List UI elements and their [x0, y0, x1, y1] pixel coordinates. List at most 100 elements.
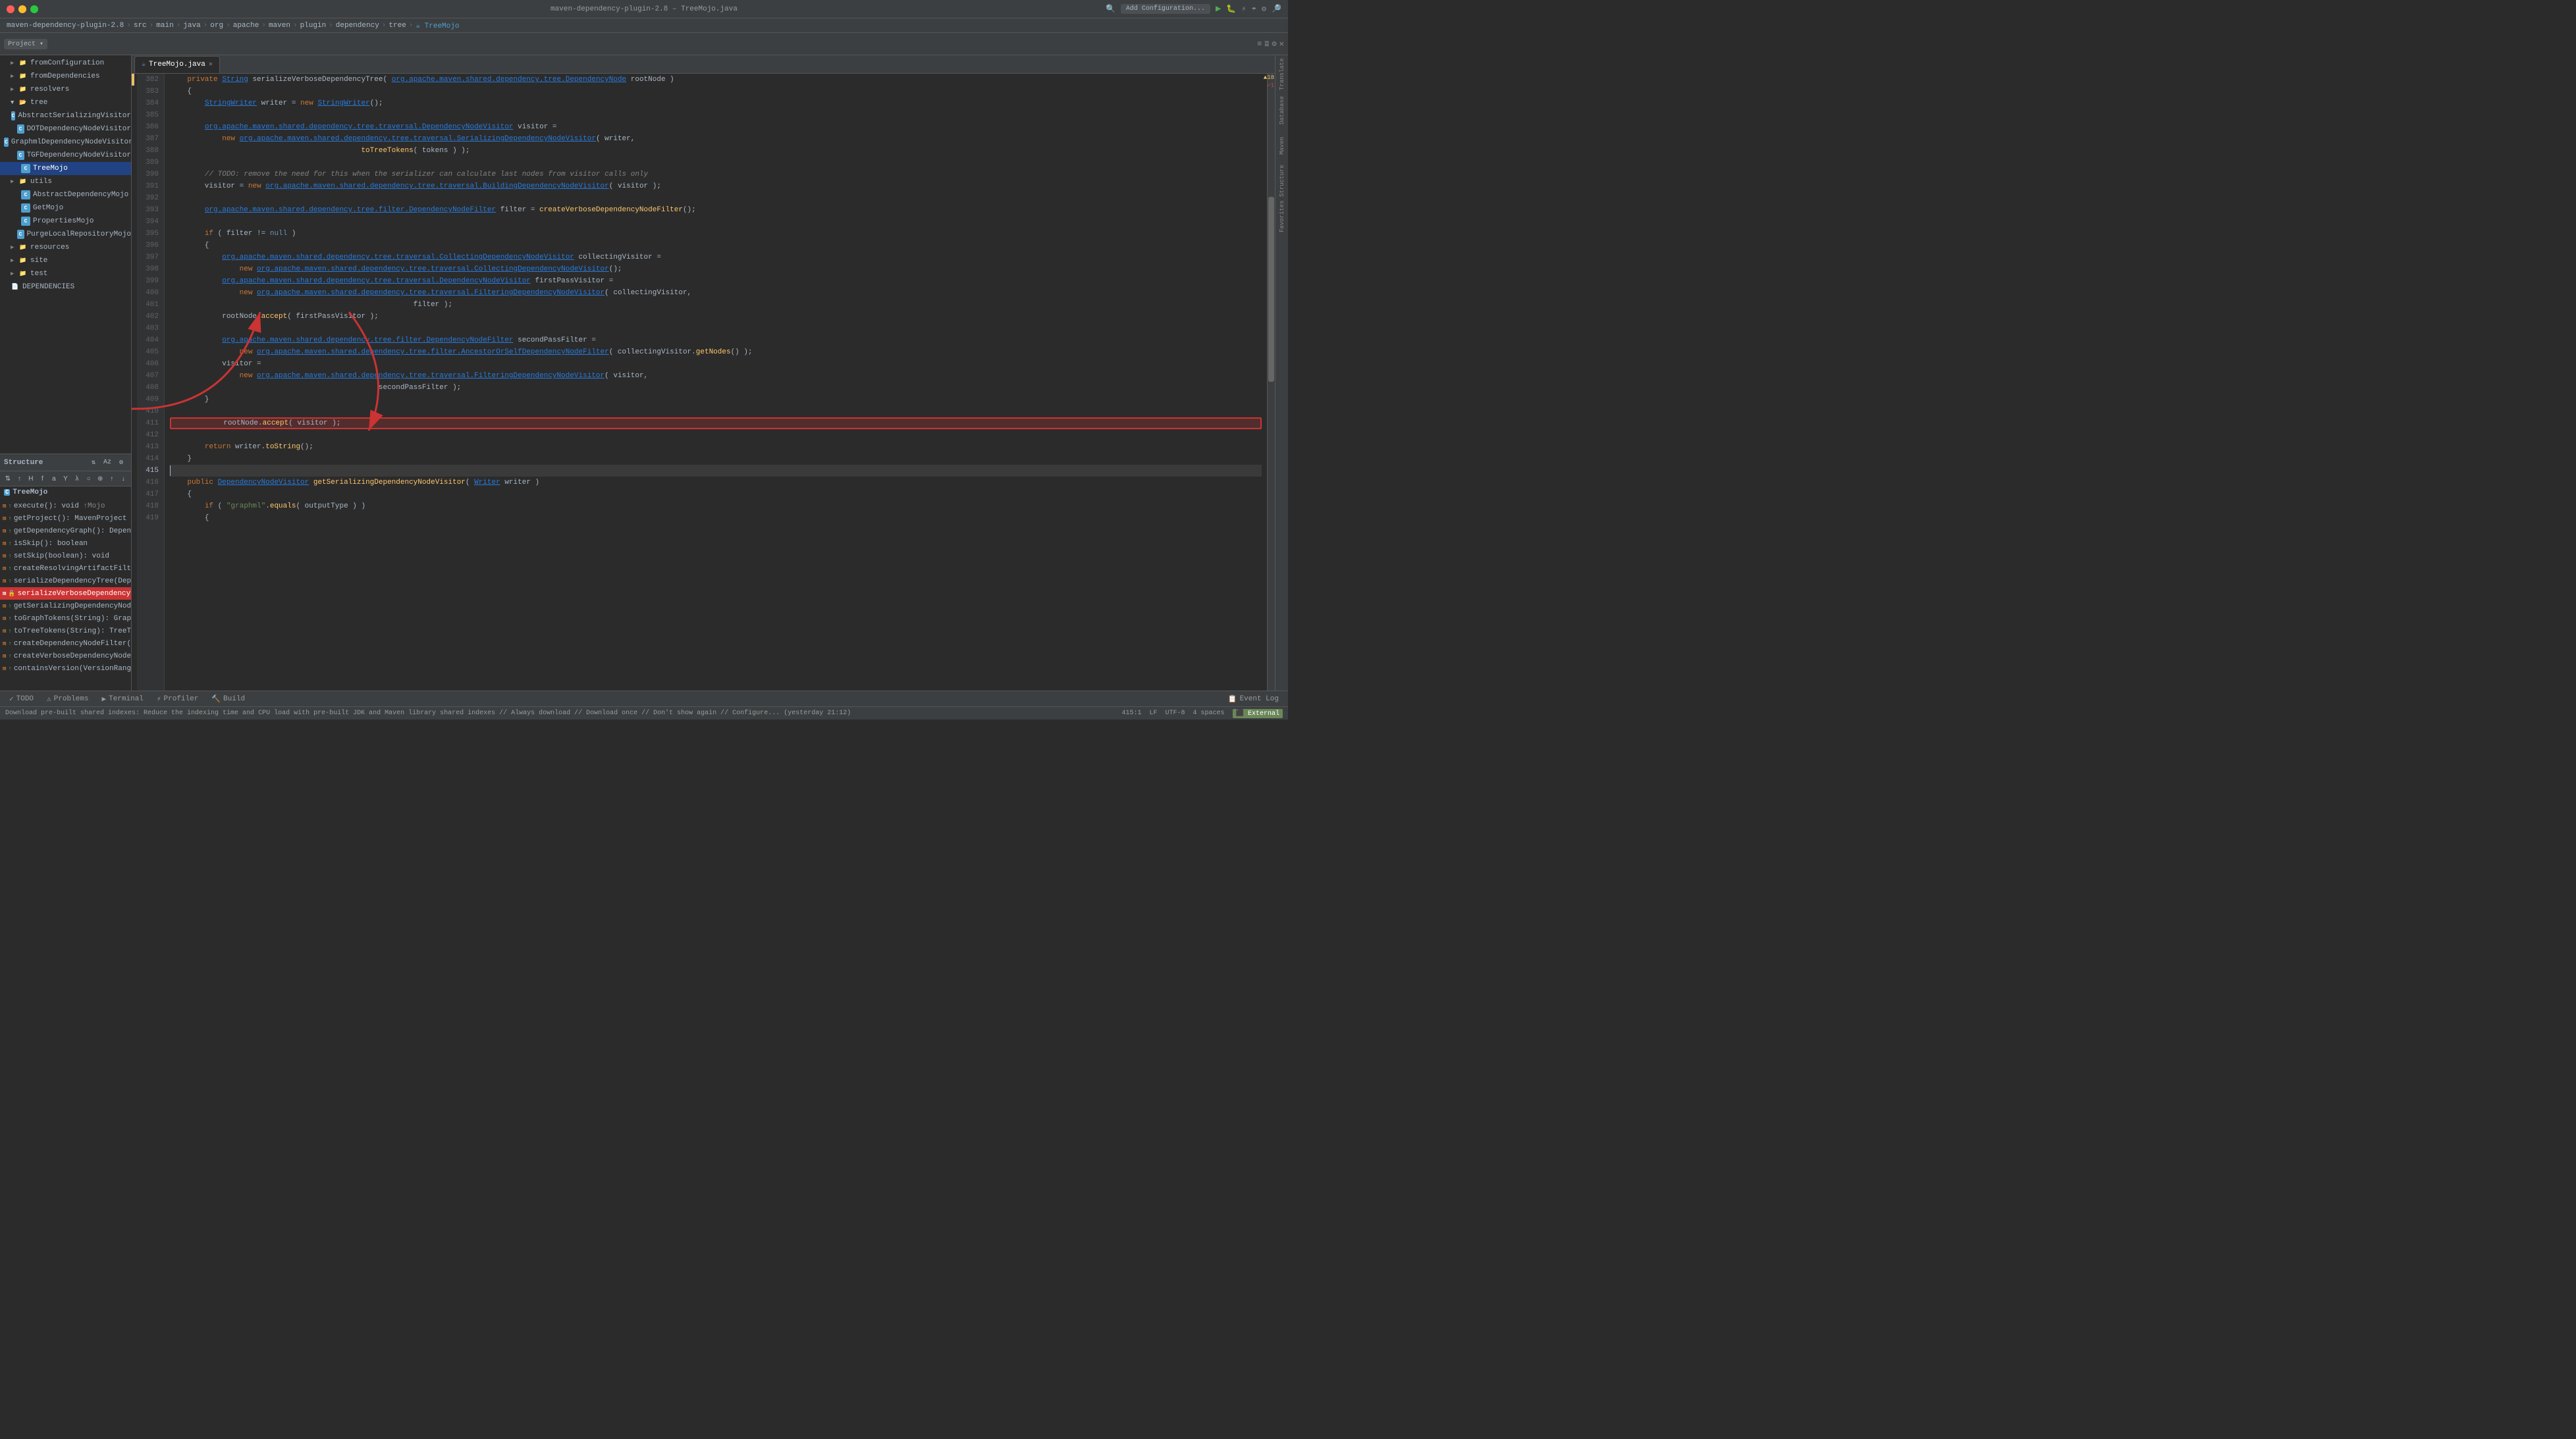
struct-isSkip[interactable]: m ↑ isSkip(): boolean: [0, 537, 131, 550]
tree-item-AbstractSerializingVisitor[interactable]: C AbstractSerializingVisitor: [0, 109, 131, 122]
bc-item-9[interactable]: dependency: [336, 22, 379, 30]
tree-item-AbstractDependencyMojo[interactable]: C AbstractDependencyMojo: [0, 188, 131, 201]
show-anonymous-btn[interactable]: a: [49, 473, 59, 484]
bc-item-6[interactable]: apache: [233, 22, 259, 30]
scrollbar-area[interactable]: ▲18 ✓1: [1267, 74, 1275, 691]
editor-content[interactable]: 382 383 384 385 386 387 388 389 390 391 …: [132, 74, 1275, 691]
down-btn[interactable]: ↓: [118, 473, 128, 484]
tab-close-icon[interactable]: ✕: [209, 61, 213, 68]
tree-item-fromDependencies[interactable]: ▶ 📁 fromDependencies: [0, 70, 131, 83]
build-tab[interactable]: 🔨 Build: [206, 692, 250, 706]
expand-all-btn[interactable]: ○: [84, 473, 94, 484]
struct-createVerboseDependencyNodeFilter[interactable]: m ↑ createVerboseDependencyNodeFilter():…: [0, 650, 131, 662]
gear-icon[interactable]: ⚙: [1272, 39, 1277, 49]
struct-containsVersion[interactable]: m ↑ containsVersion(VersionRange, Artifa…: [0, 662, 131, 675]
show-lambdas-btn[interactable]: λ: [72, 473, 82, 484]
maven-sidebar-item[interactable]: Maven: [1277, 129, 1287, 162]
project-toolbar-label[interactable]: Project ▾: [4, 39, 47, 49]
sort-button[interactable]: ⇅: [88, 457, 99, 469]
struct-serializeDependencyTree[interactable]: m ↑ serializeDependencyTree(DependencyNo…: [0, 575, 131, 587]
profiler-tab[interactable]: ⚡ Profiler: [151, 692, 203, 706]
bc-item-5[interactable]: org: [210, 22, 223, 30]
code-line-392: [170, 192, 1262, 204]
bc-item-3[interactable]: main: [156, 22, 173, 30]
struct-createDependencyNodeFilter[interactable]: m ↑ createDependencyNodeFilter(): Depend…: [0, 637, 131, 650]
indent-size[interactable]: 4 spaces: [1193, 710, 1225, 717]
terminal-tab[interactable]: ▶ Terminal: [96, 692, 148, 706]
line-ending[interactable]: LF: [1149, 710, 1157, 717]
tab-treemojo[interactable]: ☕ TreeMojo.java ✕: [134, 56, 220, 73]
struct-createResolvingArtifactFilter[interactable]: m ↑ createResolvingArtifactFilter(): Art…: [0, 562, 131, 575]
search-icon[interactable]: 🔍: [1106, 4, 1115, 14]
show-fields-btn[interactable]: f: [38, 473, 48, 484]
tree-item-resources[interactable]: ▶ 📁 resources: [0, 241, 131, 254]
code-line-398: new org.apache.maven.shared.dependency.t…: [170, 263, 1262, 275]
tree-item-tree[interactable]: ▼ 📂 tree: [0, 96, 131, 109]
maximize-button[interactable]: [30, 5, 38, 13]
tree-item-utils[interactable]: ▶ 📁 utils: [0, 175, 131, 188]
tree-item-PropertiesMojo[interactable]: C PropertiesMojo: [0, 215, 131, 228]
struct-toTreeTokens[interactable]: m ↑ toTreeTokens(String): TreeTokens: [0, 625, 131, 637]
sort-az-btn[interactable]: ↑: [14, 473, 25, 484]
bc-item-4[interactable]: java: [183, 22, 200, 30]
bc-item-2[interactable]: src: [134, 22, 147, 30]
struct-toGraphTokens[interactable]: m ↑ toGraphTokens(String): GraphTokens: [0, 612, 131, 625]
tree-item-DOTDependencyNodeVisitor[interactable]: C DOTDependencyNodeVisitor: [0, 122, 131, 136]
structure-panel-header[interactable]: Structure ⇅ Az ⚙: [0, 454, 131, 471]
bc-item-treemojo[interactable]: ☕ TreeMojo: [416, 21, 459, 30]
up-btn[interactable]: ↑: [107, 473, 117, 484]
translate-sidebar-item[interactable]: Translate: [1277, 58, 1287, 91]
collapse-all-icon[interactable]: ≡: [1257, 39, 1262, 49]
todo-tab[interactable]: ✓ TODO: [4, 692, 39, 706]
code-line-408: secondPassFilter );: [170, 382, 1262, 394]
code-area[interactable]: private String serializeVerboseDependenc…: [165, 74, 1267, 691]
sort-btn[interactable]: ⇅: [3, 473, 13, 484]
cursor-position[interactable]: 415:1: [1121, 710, 1141, 717]
struct-getProject[interactable]: m ↑ getProject(): MavenProject: [0, 512, 131, 525]
tree-item-site[interactable]: ▶ 📁 site: [0, 254, 131, 267]
structure-sidebar-item[interactable]: Structure: [1277, 165, 1287, 197]
profile-button[interactable]: ⚡: [1241, 4, 1246, 14]
show-nonpublic-btn[interactable]: Y: [61, 473, 71, 484]
search-everywhere-icon[interactable]: 🔎: [1272, 4, 1281, 14]
scrollbar-thumb[interactable]: [1268, 197, 1274, 382]
problems-tab[interactable]: ⚠ Problems: [41, 692, 94, 706]
struct-setSkip[interactable]: m ↑ setSkip(boolean): void: [0, 550, 131, 562]
struct-getSerializingDependencyNodeVisitor[interactable]: m ↑ getSerializingDependencyNodeVisitor(…: [0, 600, 131, 612]
struct-getDependencyGraph[interactable]: m ↑ getDependencyGraph(): DependencyNode: [0, 525, 131, 537]
event-log-tab[interactable]: 📋 Event Log: [1223, 692, 1284, 706]
sort-alpha-button[interactable]: Az: [101, 457, 113, 469]
settings-icon[interactable]: ⚙: [1262, 4, 1266, 14]
bc-item-8[interactable]: plugin: [300, 22, 327, 30]
run-button[interactable]: ▶: [1216, 3, 1221, 14]
struct-execute[interactable]: m ↑ execute(): void ↑Mojo: [0, 500, 131, 512]
tree-item-DEPENDENCIES[interactable]: 📄 DEPENDENCIES: [0, 280, 131, 294]
struct-serializeVerboseDependencyTree[interactable]: m 🔒 serializeVerboseDependencyTree(Depen…: [0, 587, 131, 600]
bc-item-10[interactable]: tree: [389, 22, 406, 30]
encoding[interactable]: UTF-8: [1166, 710, 1185, 717]
tree-item-TreeMojo[interactable]: C TreeMojo: [0, 162, 131, 175]
favorites-sidebar-item[interactable]: Favorites: [1277, 200, 1287, 233]
tree-item-resolvers[interactable]: ▶ 📁 resolvers: [0, 83, 131, 96]
tree-item-fromConfiguration[interactable]: ▶ 📁 fromConfiguration: [0, 57, 131, 70]
add-configuration-button[interactable]: Add Configuration...: [1121, 4, 1210, 14]
traffic-lights: [7, 5, 38, 13]
bc-item-7[interactable]: maven: [269, 22, 290, 30]
tree-item-TGFDependencyNodeVisitor[interactable]: C TGFDependencyNodeVisitor: [0, 149, 131, 162]
bc-item-1[interactable]: maven-dependency-plugin-2.8: [7, 22, 124, 30]
coverage-button[interactable]: ☂: [1252, 4, 1256, 14]
expand-recursive-btn[interactable]: ⊕: [95, 473, 105, 484]
tree-item-GetMojo[interactable]: C GetMojo: [0, 201, 131, 215]
settings-button[interactable]: ⚙: [115, 457, 127, 469]
tree-item-PurgeLocalRepositoryMojo[interactable]: C PurgeLocalRepositoryMojo: [0, 228, 131, 241]
database-sidebar-item[interactable]: Database: [1277, 93, 1287, 126]
show-inherited-btn[interactable]: H: [26, 473, 36, 484]
class-badge: C: [4, 489, 10, 496]
expand-all-icon[interactable]: ≣: [1264, 39, 1269, 49]
close-button[interactable]: [7, 5, 14, 13]
tree-item-GraphmlDependencyNodeVisitor[interactable]: C GraphmlDependencyNodeVisitor: [0, 136, 131, 149]
minimize-button[interactable]: [18, 5, 26, 13]
tree-item-test[interactable]: ▶ 📁 test: [0, 267, 131, 280]
close-panel-icon[interactable]: ✕: [1279, 39, 1284, 49]
debug-button[interactable]: 🐛: [1226, 4, 1236, 14]
